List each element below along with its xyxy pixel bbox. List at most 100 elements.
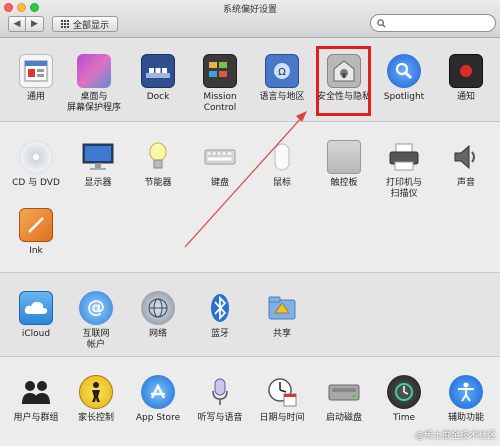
pane-accessibility[interactable]: 辅助功能 <box>435 375 497 424</box>
users-groups-icon <box>19 375 53 409</box>
app-store-icon <box>141 375 175 409</box>
pane-label: 日期与时间 <box>259 413 305 423</box>
show-all-label: 全部显示 <box>73 20 110 31</box>
pane-startup-disk[interactable]: 启动磁盘 <box>313 375 375 424</box>
sound-icon <box>449 140 483 174</box>
watermark: @稀土掘金技术社区 <box>414 431 496 441</box>
pane-app-store[interactable]: App Store <box>127 375 189 424</box>
cd-dvd-icon <box>19 140 53 174</box>
pane-label: 用户与群组 <box>13 413 59 423</box>
internet-accounts-icon: @ <box>79 291 113 325</box>
mission-control-icon <box>203 54 237 88</box>
startup-disk-icon <box>327 375 361 409</box>
desktop-screensaver-icon <box>77 54 111 88</box>
pane-label: 听写与语音 <box>197 413 243 423</box>
forward-button[interactable]: ▶ <box>26 16 44 32</box>
pane-label: 节能器 <box>144 178 172 188</box>
pane-label: 键盘 <box>210 178 229 188</box>
back-button[interactable]: ◀ <box>8 16 26 32</box>
pane-network[interactable]: 网络 <box>127 291 189 340</box>
pane-language-region[interactable]: Ω 语言与地区 <box>251 54 313 103</box>
energy-saver-icon <box>141 140 175 174</box>
pane-sharing[interactable]: 共享 <box>251 291 313 340</box>
pane-date-time[interactable]: 日期与时间 <box>251 375 313 424</box>
dock-icon <box>141 54 175 88</box>
pane-label: 触控板 <box>330 178 358 188</box>
pane-dictation-speech[interactable]: 听写与语音 <box>189 375 251 424</box>
pane-parental-controls[interactable]: 家长控制 <box>65 375 127 424</box>
pane-mission-control[interactable]: Mission Control <box>189 54 251 115</box>
pane-label: 打印机与 扫描仪 <box>385 178 422 200</box>
pane-keyboard[interactable]: 键盘 <box>189 140 251 189</box>
pane-label: 桌面与 屏幕保护程序 <box>66 92 121 114</box>
at-symbol: @ <box>87 296 105 318</box>
sharing-icon <box>265 291 299 325</box>
pane-cd-dvd[interactable]: CD 与 DVD <box>5 140 67 189</box>
pane-label: 通知 <box>456 92 475 102</box>
pane-label: 启动磁盘 <box>325 413 362 423</box>
search-field[interactable] <box>370 14 496 32</box>
pane-label: 鼠标 <box>272 178 291 188</box>
pane-spotlight[interactable]: Spotlight <box>373 54 435 103</box>
pane-dock[interactable]: Dock <box>127 54 189 103</box>
general-icon <box>19 54 53 88</box>
pane-trackpad[interactable]: 触控板 <box>313 140 375 189</box>
pane-label: Mission Control <box>203 92 237 114</box>
nav-buttons: ◀ ▶ <box>8 16 44 32</box>
pane-label: 家长控制 <box>77 413 114 423</box>
pane-desktop-screensaver[interactable]: 桌面与 屏幕保护程序 <box>63 54 125 115</box>
highlight-box <box>316 46 371 116</box>
personal-section: 通用 桌面与 屏幕保护程序 Dock Mission Control Ω 语言与… <box>0 39 500 122</box>
pane-label: 蓝牙 <box>210 329 229 339</box>
pane-printers-scanners[interactable]: 打印机与 扫描仪 <box>373 140 435 201</box>
pane-displays[interactable]: 显示器 <box>67 140 129 189</box>
icloud-icon <box>19 291 53 325</box>
window-titlebar: 系统偏好设置 ◀ ▶ 全部显示 <box>0 0 500 38</box>
pane-sound[interactable]: 声音 <box>435 140 497 189</box>
grid-icon <box>61 20 69 28</box>
pane-label: iCloud <box>21 329 51 339</box>
search-icon <box>377 18 386 28</box>
pane-label: 显示器 <box>84 178 112 188</box>
dictation-speech-icon <box>203 375 237 409</box>
pane-label: App Store <box>135 413 181 423</box>
network-icon <box>141 291 175 325</box>
mouse-icon <box>265 140 299 174</box>
show-all-button[interactable]: 全部显示 <box>52 16 119 32</box>
notifications-icon <box>449 54 483 88</box>
spotlight-icon <box>387 54 421 88</box>
pane-users-groups[interactable]: 用户与群组 <box>5 375 67 424</box>
pane-label: CD 与 DVD <box>12 178 60 188</box>
pane-label: 互联网 帐户 <box>82 329 110 351</box>
pane-time-machine[interactable]: Time <box>373 375 435 424</box>
internet-section: iCloud @ 互联网 帐户 网络 蓝牙 共享 <box>0 273 500 357</box>
hardware-section: CD 与 DVD 显示器 节能器 键盘 鼠标 触控板 打印机与 扫描仪 声音 I… <box>0 122 500 273</box>
time-machine-icon <box>387 375 421 409</box>
pane-label: Spotlight <box>383 92 425 102</box>
pane-ink[interactable]: Ink <box>5 208 67 257</box>
printer-scanner-icon <box>387 140 421 174</box>
displays-icon <box>81 140 115 174</box>
ink-icon <box>19 208 53 242</box>
pane-general[interactable]: 通用 <box>5 54 67 103</box>
svg-text:Ω: Ω <box>278 67 286 78</box>
pane-label: Dock <box>146 92 170 102</box>
pane-bluetooth[interactable]: 蓝牙 <box>189 291 251 340</box>
pane-internet-accounts[interactable]: @ 互联网 帐户 <box>65 291 127 352</box>
pane-icloud[interactable]: iCloud <box>5 291 67 340</box>
date-time-icon <box>265 375 299 409</box>
search-input[interactable] <box>390 18 490 28</box>
language-region-icon: Ω <box>265 54 299 88</box>
pane-label: 声音 <box>456 178 475 188</box>
trackpad-icon <box>327 140 361 174</box>
accessibility-icon <box>449 375 483 409</box>
pane-label: 共享 <box>272 329 291 339</box>
pane-label: 通用 <box>26 92 45 102</box>
keyboard-icon <box>203 140 237 174</box>
pane-energy-saver[interactable]: 节能器 <box>127 140 189 189</box>
parental-controls-icon <box>79 375 113 409</box>
pane-label: Ink <box>29 246 43 256</box>
pane-mouse[interactable]: 鼠标 <box>251 140 313 189</box>
pane-notifications[interactable]: 通知 <box>435 54 497 103</box>
pane-label: 辅助功能 <box>447 413 484 423</box>
